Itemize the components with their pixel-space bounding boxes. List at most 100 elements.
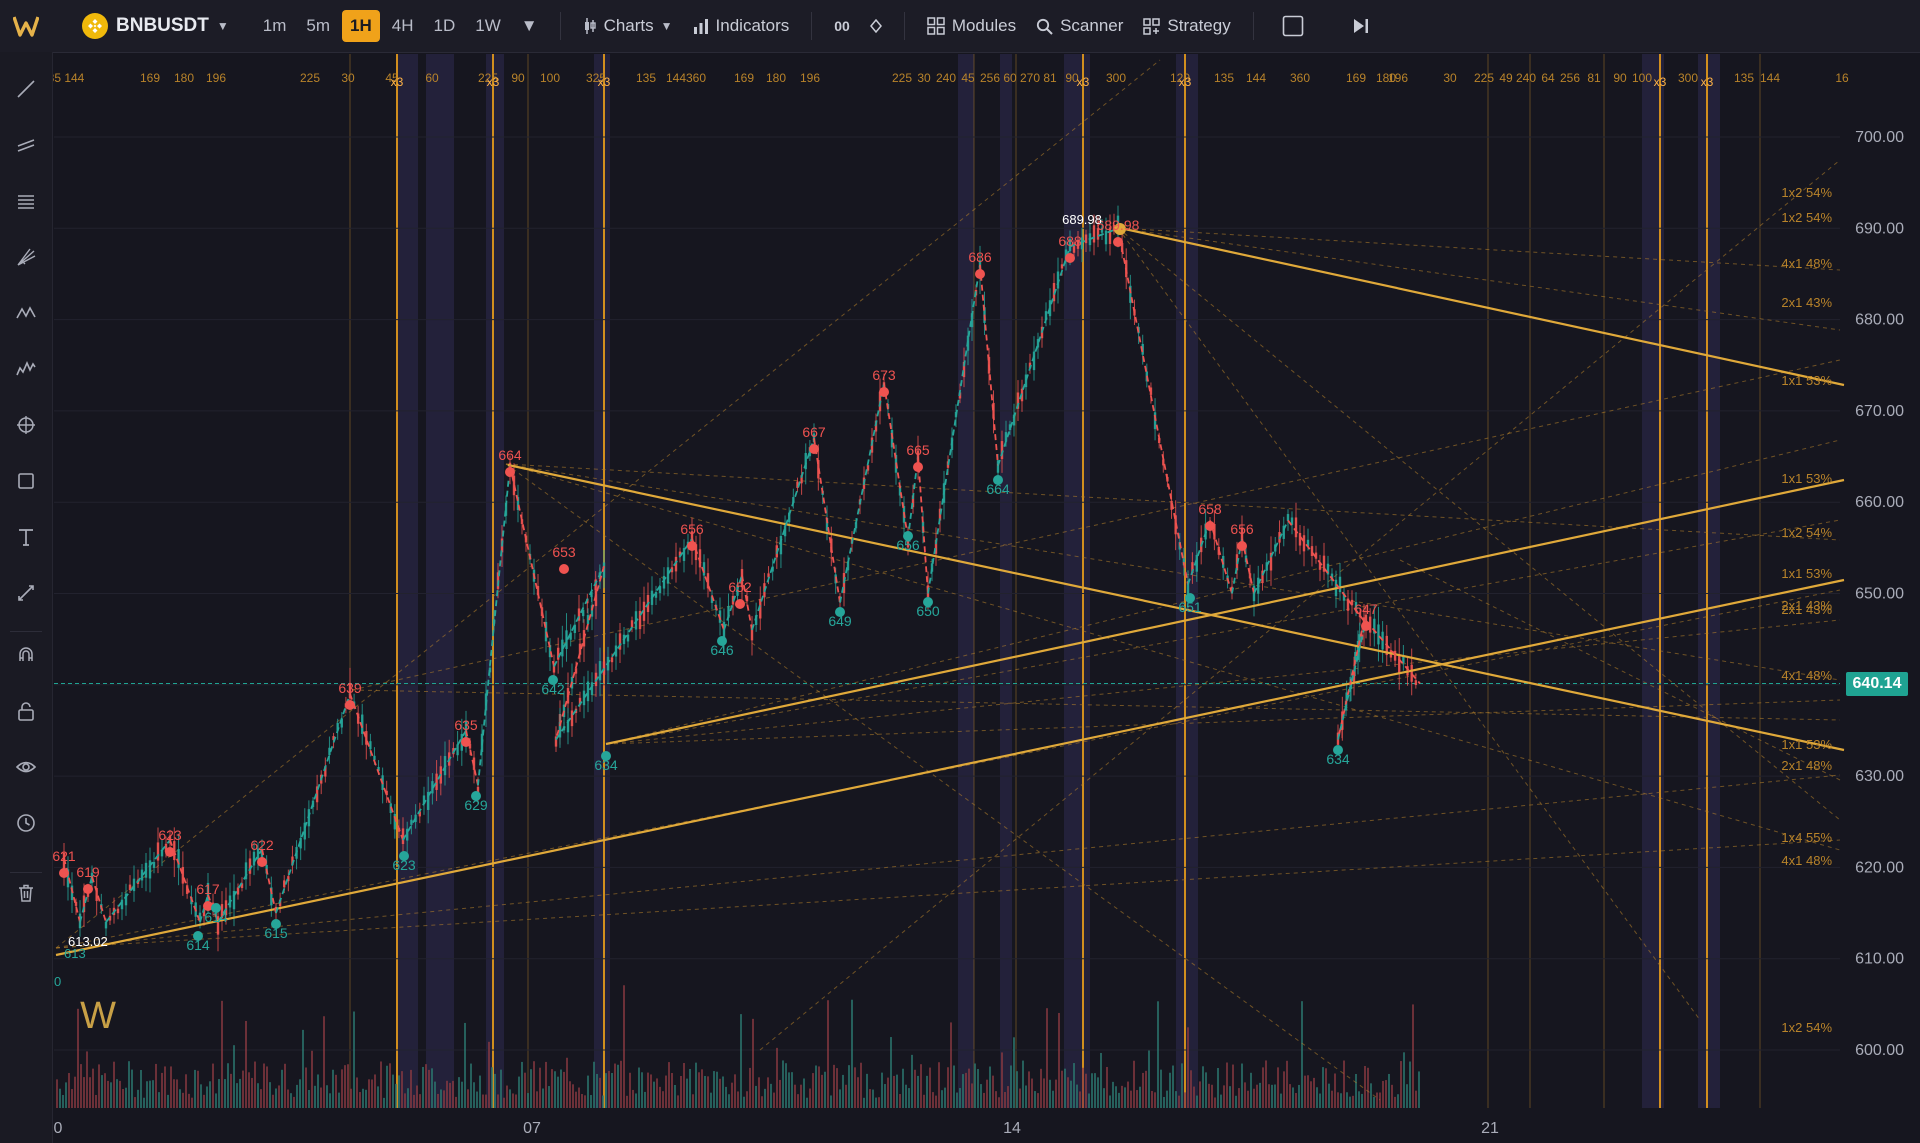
volume-bar [503,1097,505,1108]
pivot-label: 650 [916,603,940,619]
modules-label: Modules [951,16,1017,35]
visibility-icon[interactable] [13,754,39,780]
volume-bar [824,1071,826,1108]
volume-bar [1115,1086,1117,1108]
volume-bar [509,1089,511,1108]
volume-bar [431,1068,433,1108]
volume-bar [578,1087,580,1108]
pitchfork-icon[interactable] [13,244,39,270]
volume-bar [98,1064,100,1108]
volume-bar [755,1085,757,1108]
drawing-tools-sidebar [0,52,53,1143]
crosshair-icon[interactable] [13,412,39,438]
trash-icon[interactable] [13,880,39,906]
volume-bar [1331,1090,1333,1108]
timeframe-more-chevron-icon[interactable]: ▼ [513,10,546,42]
candle-body [1410,664,1413,682]
volume-bar [1319,1093,1321,1108]
volume-bar [941,1090,943,1108]
volume-bar [1019,1088,1021,1108]
strategy-button[interactable]: Strategy [1133,10,1240,42]
volume-bar [281,1069,283,1108]
volume-bar [1190,1070,1192,1108]
pivot-label: 656 [680,521,704,537]
app-logo[interactable] [0,0,52,52]
rectangle-icon[interactable] [13,468,39,494]
volume-bar [1109,1095,1111,1108]
volume-bar [1397,1094,1399,1108]
cycle-label: 300 [1678,71,1698,85]
candle-body [1257,577,1260,594]
volume-bar [710,1092,712,1108]
symbol-selector[interactable]: BNBUSDT ▼ [82,13,229,39]
volume-bar [338,1092,340,1108]
cycle-label: 180 [766,71,786,85]
timeframe-1m[interactable]: 1m [255,10,295,42]
volume-bar [383,1097,385,1108]
indicators-button[interactable]: Indicators [683,10,800,42]
volume-bar [839,1089,841,1108]
text-tool-icon[interactable] [13,524,39,550]
price-chart[interactable]: 621619 614 623 617 614 622 615 639 623 635 629 664 6… [0,0,1920,1143]
volume-bar [1247,1090,1249,1108]
modules-button[interactable]: Modules [917,10,1026,42]
compare-button[interactable]: 00 [824,12,860,40]
measure-icon[interactable] [13,580,39,606]
wave-pattern-icon[interactable] [13,356,39,382]
parallel-channel-icon[interactable] [13,132,39,158]
diamond-button[interactable] [860,13,892,39]
volume-bar [737,1091,739,1108]
pivot-marker [1361,621,1371,631]
trend-line-icon[interactable] [13,76,39,102]
volume-bar [1415,1090,1417,1108]
volume-bar [1358,1091,1360,1108]
candle-body [140,869,144,881]
price-axis-label: 620.00 [1855,859,1904,876]
volume-bar [593,1061,595,1108]
candle-body [104,921,108,929]
volume-bar [899,1094,901,1108]
timeframe-1d[interactable]: 1D [426,10,464,42]
pivot-label: 617 [196,881,220,897]
cycle-label: 144 [1760,71,1780,85]
volume-bar [1388,1073,1390,1108]
volume-bar [362,1088,364,1108]
horizontal-lines-icon[interactable] [13,188,39,214]
timeframe-5m[interactable]: 5m [298,10,338,42]
magnet-icon[interactable] [13,642,39,668]
pivot-marker [735,599,745,609]
volume-bar [677,1095,679,1108]
timeframe-1w[interactable]: 1W [467,10,509,42]
low-price-sublabel: 613 [64,946,86,961]
cycle-label: 225 [1474,71,1494,85]
gann-ratio-label: 4x1 48% [1781,668,1832,683]
layout-button[interactable] [1272,9,1314,43]
scanner-button[interactable]: Scanner [1026,10,1133,42]
lock-icon[interactable] [13,698,39,724]
volume-bar [1118,1092,1120,1108]
pivot-label: 629 [464,797,488,813]
volume-bar [728,1094,730,1108]
candle-body [1338,576,1342,593]
volume-bar [191,1097,193,1108]
volume-bar [611,1072,613,1108]
timeframe-4h[interactable]: 4H [384,10,422,42]
x3-marker: x3 [598,75,611,89]
volume-bar [416,1085,418,1108]
replay-button[interactable] [1342,11,1380,41]
volume-bar [1160,1069,1162,1108]
volume-bar [629,1072,631,1108]
clock-icon[interactable] [13,810,39,836]
timeframe-1h[interactable]: 1H [342,10,380,42]
volume-bar [479,1075,481,1108]
volume-bar [1004,1091,1006,1108]
volume-bar [947,1067,949,1108]
volume-bar [233,1045,235,1108]
charts-button[interactable]: Charts ▼ [573,10,683,42]
volume-bar [200,1084,202,1108]
volume-bar [587,1075,589,1108]
pivot-label: 622 [250,837,274,853]
zigzag-pattern-icon[interactable] [13,300,39,326]
volume-bar [371,1079,373,1108]
volume-bar [641,1072,643,1108]
